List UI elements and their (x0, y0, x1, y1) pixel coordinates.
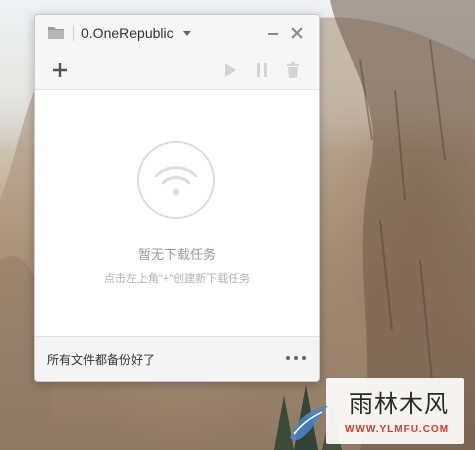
close-icon[interactable] (287, 23, 307, 43)
backup-status-text: 所有文件都备份好了 (47, 353, 156, 367)
leaf-logo-icon (290, 406, 328, 441)
titlebar[interactable]: 0.OneRepublic (35, 15, 319, 51)
empty-state-title: 暂无下载任务 (137, 247, 216, 262)
window-title[interactable]: 0.OneRepublic (81, 24, 174, 42)
chevron-down-icon[interactable] (183, 31, 191, 36)
plus-icon[interactable] (51, 61, 69, 79)
dot (294, 356, 298, 360)
status-bar: 所有文件都备份好了 (35, 336, 319, 381)
play-icon[interactable] (221, 61, 239, 79)
watermark-url: WWW.YLMFU.COM (344, 424, 450, 435)
watermark-name: 雨林木风 (349, 390, 449, 418)
wifi-icon (137, 141, 215, 219)
download-manager-window: 0.OneRepublic 暂无下载任务 点击左上角"+"创建新下载任务 所有文… (34, 14, 320, 382)
title-separator (73, 25, 74, 41)
site-watermark-logo: 雨林木风 WWW.YLMFU.COM (290, 378, 464, 444)
download-list-area: 暂无下载任务 点击左上角"+"创建新下载任务 (35, 90, 319, 336)
dot (302, 356, 306, 360)
minimize-icon[interactable] (263, 23, 283, 43)
pause-icon[interactable] (253, 61, 271, 79)
trash-icon[interactable] (284, 61, 302, 79)
folder-icon[interactable] (47, 25, 65, 40)
empty-state-hint: 点击左上角"+"创建新下载任务 (103, 273, 251, 285)
more-dots-icon[interactable] (285, 351, 307, 365)
toolbar (35, 51, 319, 90)
dot (286, 356, 290, 360)
